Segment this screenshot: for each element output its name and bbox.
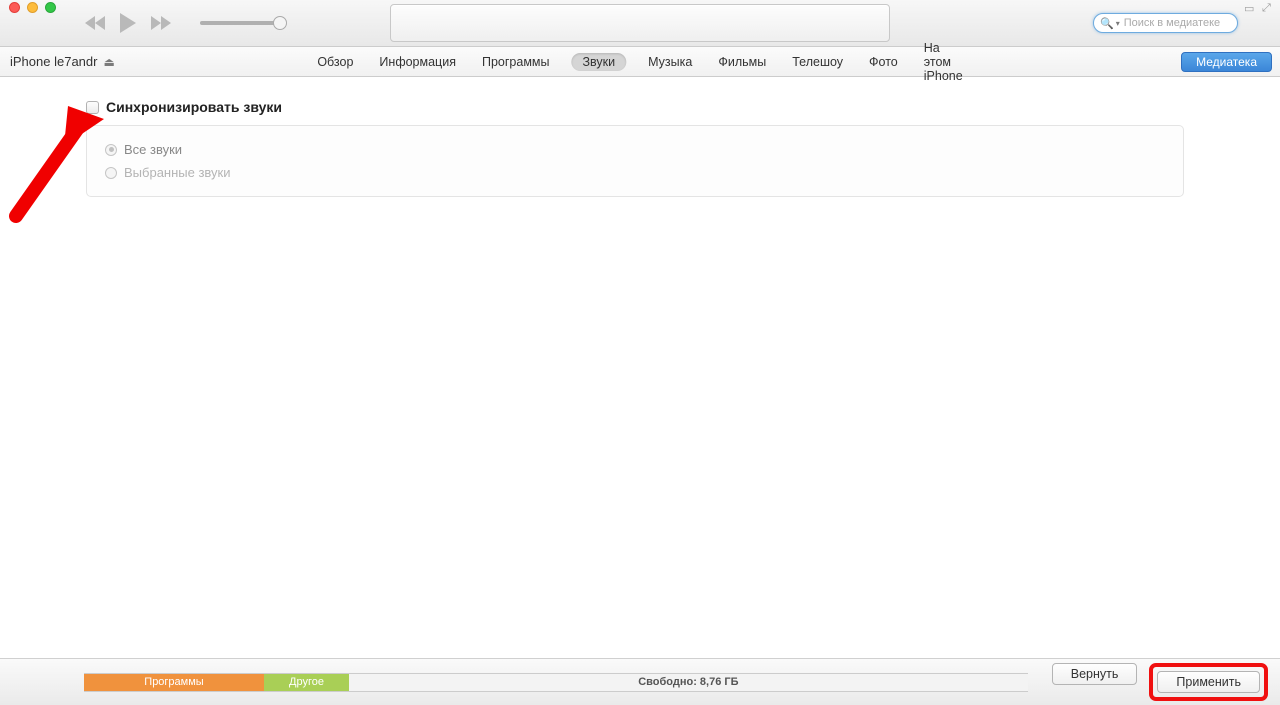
tab-info[interactable]: Информация xyxy=(375,53,460,71)
tab-music[interactable]: Музыка xyxy=(644,53,696,71)
device-name-label: iPhone le7andr xyxy=(10,54,97,69)
radio-selected-tones[interactable] xyxy=(105,167,117,179)
sync-options-box: Все звуки Выбранные звуки xyxy=(86,125,1184,197)
library-button[interactable]: Медиатека xyxy=(1181,52,1272,72)
capacity-bar[interactable]: Программы Другое Свободно: 8,76 ГБ xyxy=(84,673,1028,692)
sync-tones-row: Синхронизировать звуки xyxy=(86,99,1184,115)
search-box[interactable]: 🔍 ▾ xyxy=(1093,13,1238,33)
window-traffic-lights xyxy=(9,2,56,13)
revert-button[interactable]: Вернуть xyxy=(1052,663,1138,685)
search-input[interactable] xyxy=(1124,17,1231,29)
top-right-controls: ▭ ⤢ xyxy=(1244,2,1276,12)
nav-bar: iPhone le7andr ⏏ Обзор Информация Програ… xyxy=(0,47,1280,77)
apply-button-label: Применить xyxy=(1176,675,1241,689)
minimize-window-button[interactable] xyxy=(27,2,38,13)
apply-button[interactable]: Применить xyxy=(1157,671,1260,693)
tab-apps[interactable]: Программы xyxy=(478,53,554,71)
search-dropdown-icon[interactable]: ▾ xyxy=(1116,19,1120,28)
capacity-segment-other: Другое xyxy=(264,674,349,691)
capacity-other-label: Другое xyxy=(289,676,324,688)
device-selector[interactable]: iPhone le7andr ⏏ xyxy=(10,54,115,69)
radio-all-tones-row: Все звуки xyxy=(105,138,1165,161)
lcd-display xyxy=(390,4,890,42)
radio-all-tones[interactable] xyxy=(105,144,117,156)
bottom-buttons: Вернуть Применить xyxy=(1052,663,1268,701)
tab-tvshows[interactable]: Телешоу xyxy=(788,53,847,71)
capacity-apps-label: Программы xyxy=(144,676,203,688)
next-track-button[interactable] xyxy=(150,15,172,31)
content-area: Синхронизировать звуки Все звуки Выбранн… xyxy=(0,77,1280,197)
library-button-label: Медиатека xyxy=(1196,55,1257,69)
miniplayer-button[interactable]: ▭ xyxy=(1244,2,1258,12)
radio-selected-tones-label: Выбранные звуки xyxy=(124,165,231,180)
sync-tones-label: Синхронизировать звуки xyxy=(106,99,282,115)
revert-button-label: Вернуть xyxy=(1071,667,1119,681)
bottom-bar: Программы Другое Свободно: 8,76 ГБ Верну… xyxy=(0,658,1280,705)
close-window-button[interactable] xyxy=(9,2,20,13)
previous-track-button[interactable] xyxy=(84,15,106,31)
eject-icon[interactable]: ⏏ xyxy=(103,55,114,69)
sync-tones-checkbox[interactable] xyxy=(86,101,99,114)
volume-slider[interactable] xyxy=(200,21,285,25)
tab-tones[interactable]: Звуки xyxy=(572,53,627,71)
zoom-window-button[interactable] xyxy=(45,2,56,13)
tab-overview[interactable]: Обзор xyxy=(313,53,357,71)
fullscreen-button[interactable]: ⤢ xyxy=(1262,2,1276,12)
annotation-highlight-box: Применить xyxy=(1149,663,1268,701)
tab-movies[interactable]: Фильмы xyxy=(714,53,770,71)
capacity-segment-free: Свободно: 8,76 ГБ xyxy=(349,674,1028,691)
capacity-free-label: Свободно: 8,76 ГБ xyxy=(638,676,738,688)
volume-knob[interactable] xyxy=(273,16,287,30)
capacity-segment-apps: Программы xyxy=(84,674,264,691)
radio-all-tones-label: Все звуки xyxy=(124,142,182,157)
search-icon: 🔍 xyxy=(1100,17,1114,30)
playback-controls xyxy=(84,12,285,34)
tab-photos[interactable]: Фото xyxy=(865,53,902,71)
radio-selected-tones-row: Выбранные звуки xyxy=(105,161,1165,184)
play-button[interactable] xyxy=(118,12,138,34)
